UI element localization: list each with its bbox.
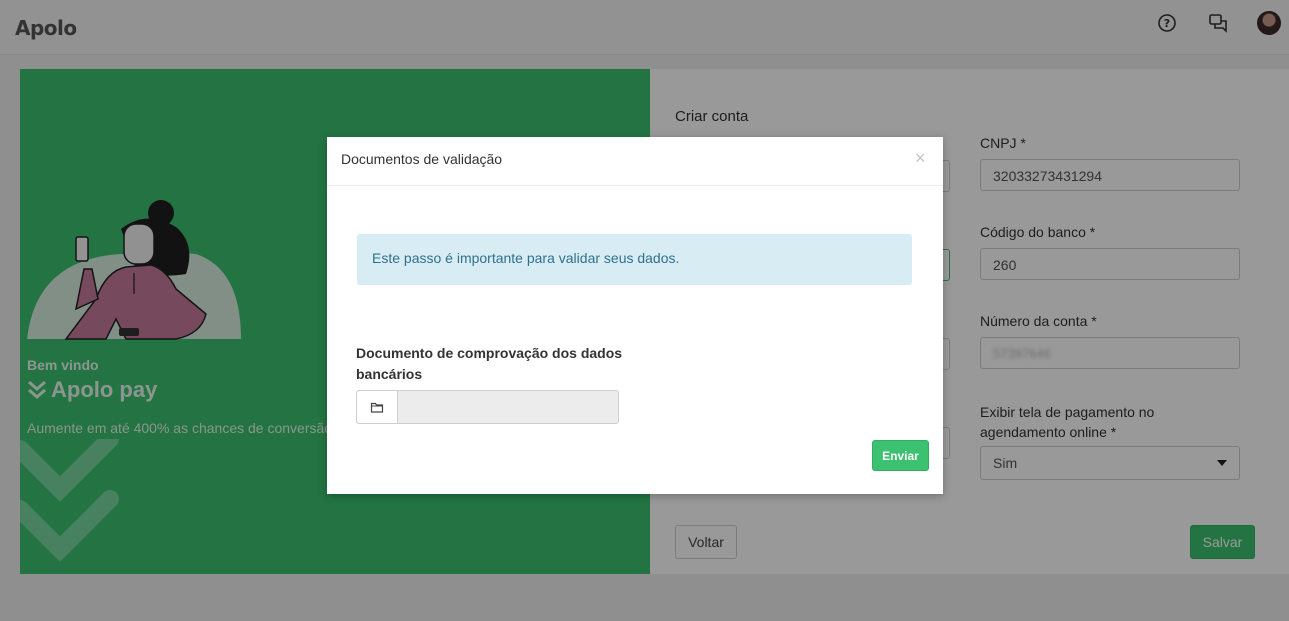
folder-icon	[370, 402, 384, 413]
submit-button[interactable]: Enviar	[872, 440, 929, 471]
file-name-display[interactable]	[398, 391, 618, 423]
file-picker-button[interactable]	[357, 391, 398, 423]
document-label: Documento de comprovação dos dados bancá…	[356, 345, 623, 382]
modal-title: Documentos de validação	[341, 151, 503, 167]
document-file-input[interactable]	[356, 390, 619, 424]
close-icon[interactable]: ×	[915, 148, 926, 169]
info-alert: Este passo é importante para validar seu…	[357, 234, 912, 285]
modal-header: Documentos de validação ×	[327, 137, 943, 186]
validation-documents-modal: Documentos de validação × Este passo é i…	[327, 137, 943, 494]
